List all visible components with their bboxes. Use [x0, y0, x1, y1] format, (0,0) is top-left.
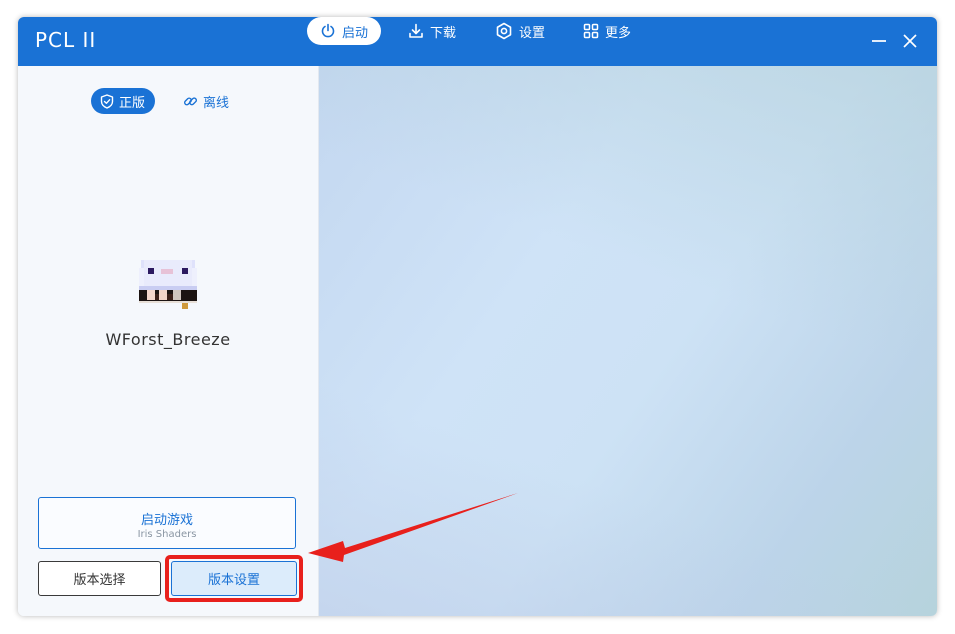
- tab-offline-label: 离线: [203, 95, 230, 111]
- settings-icon: [496, 22, 512, 40]
- version-select-button[interactable]: 版本选择: [38, 561, 161, 596]
- username: WForst_Breeze: [105, 330, 231, 349]
- nav-download[interactable]: 下载: [408, 17, 456, 45]
- grid-icon: [583, 23, 599, 39]
- tab-premium-label: 正版: [119, 95, 146, 111]
- launch-game-button[interactable]: 启动游戏 Iris Shaders: [38, 497, 296, 549]
- content-area: [319, 66, 937, 616]
- nav-download-label: 下载: [430, 25, 457, 41]
- version-settings-button[interactable]: 版本设置: [171, 561, 297, 596]
- tab-offline[interactable]: 离线: [183, 88, 229, 114]
- tab-premium[interactable]: 正版: [91, 88, 156, 114]
- nav-launch-label: 启动: [342, 25, 369, 41]
- close-icon[interactable]: [901, 32, 919, 50]
- link-icon: [183, 96, 198, 105]
- app-title: PCL II: [35, 28, 97, 52]
- launcher-window: PCL II 启动 下载 设置 更多 正版 离线 WForst_Breeze 启…: [18, 17, 937, 616]
- nav-settings-label: 设置: [519, 25, 546, 41]
- shield-check-icon: [100, 93, 114, 109]
- nav-launch[interactable]: 启动: [307, 17, 382, 45]
- power-icon: [321, 23, 335, 38]
- avatar: [139, 260, 197, 309]
- account-panel: 正版 离线 WForst_Breeze 启动游戏 Iris Shaders 版本…: [18, 66, 319, 616]
- nav-more[interactable]: 更多: [583, 17, 631, 45]
- nav-more-label: 更多: [605, 25, 632, 41]
- launch-game-version: Iris Shaders: [137, 529, 197, 540]
- minimize-icon[interactable]: [870, 32, 888, 50]
- download-icon: [409, 23, 423, 38]
- nav-settings[interactable]: 设置: [495, 17, 545, 45]
- titlebar: PCL II 启动 下载 设置 更多: [18, 17, 937, 66]
- launch-game-label: 启动游戏: [140, 513, 193, 528]
